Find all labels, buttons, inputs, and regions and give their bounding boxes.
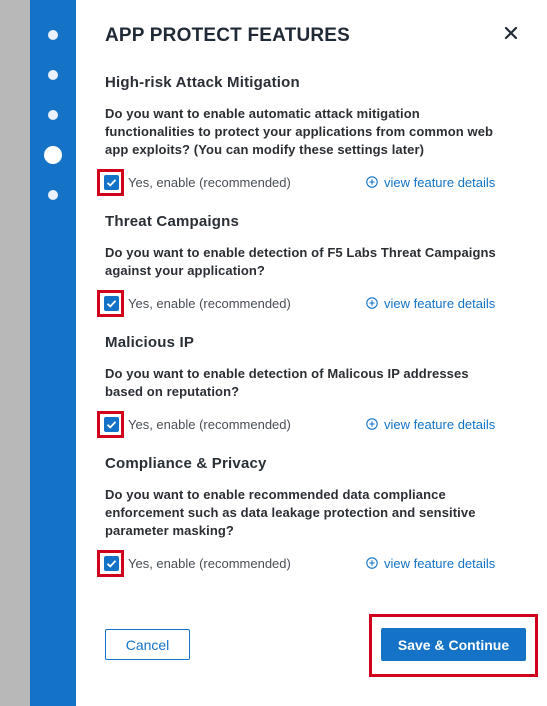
plus-circle-icon [366, 557, 378, 569]
checkmark-icon [106, 179, 117, 187]
section-title-malicious-ip: Malicious IP [105, 334, 195, 351]
view-details-malicious-ip-link[interactable]: view feature details [366, 417, 495, 432]
section-title-threat-campaigns: Threat Campaigns [105, 213, 240, 230]
view-details-label: view feature details [384, 296, 496, 311]
enable-threat-campaigns-checkbox[interactable] [104, 296, 119, 311]
step-indicator [30, 0, 76, 706]
plus-circle-icon [366, 297, 378, 309]
panel-title: APP PROTECT FEATURES [105, 25, 351, 46]
plus-circle-icon [366, 176, 378, 188]
question-line: Do you want to enable detection of F5 La… [105, 245, 496, 260]
section-question-threat-campaigns: Do you want to enable detection of F5 La… [105, 244, 525, 280]
checkmark-icon [106, 421, 117, 429]
enable-threat-campaigns-label: Yes, enable (recommended) [128, 296, 291, 311]
app-protect-features-panel: APP PROTECT FEATURES High-risk Attack Mi… [76, 0, 547, 706]
question-line: app exploits? (You can modify these sett… [105, 142, 425, 157]
question-line: Do you want to enable automatic attack m… [105, 106, 420, 121]
enable-compliance-privacy-checkbox[interactable] [104, 556, 119, 571]
step-dot-3 [48, 110, 58, 120]
save-and-continue-button[interactable]: Save & Continue [381, 628, 526, 661]
view-details-label: view feature details [384, 556, 496, 571]
view-details-compliance-privacy-link[interactable]: view feature details [366, 556, 495, 571]
section-title-high-risk: High-risk Attack Mitigation [105, 74, 300, 91]
enable-high-risk-checkbox[interactable] [104, 175, 119, 190]
enable-malicious-ip-checkbox[interactable] [104, 417, 119, 432]
close-icon[interactable] [500, 22, 522, 44]
step-dot-1 [48, 30, 58, 40]
view-details-label: view feature details [384, 175, 496, 190]
view-details-label: view feature details [384, 417, 496, 432]
cancel-button[interactable]: Cancel [105, 629, 190, 660]
section-question-high-risk: Do you want to enable automatic attack m… [105, 105, 525, 159]
background-app-area [0, 0, 30, 706]
step-dot-current [44, 146, 62, 164]
question-line: Do you want to enable detection of Malic… [105, 366, 469, 381]
section-question-malicious-ip: Do you want to enable detection of Malic… [105, 365, 525, 401]
enable-compliance-privacy-label: Yes, enable (recommended) [128, 556, 291, 571]
step-dot-2 [48, 70, 58, 80]
checkmark-icon [106, 300, 117, 308]
question-line: based on reputation? [105, 384, 240, 399]
section-title-compliance-privacy: Compliance & Privacy [105, 455, 267, 472]
checkmark-icon [106, 560, 117, 568]
question-line: Do you want to enable recommended data c… [105, 487, 446, 502]
step-dot-5 [48, 190, 58, 200]
question-line: against your application? [105, 263, 265, 278]
section-question-compliance-privacy: Do you want to enable recommended data c… [105, 486, 525, 540]
plus-circle-icon [366, 418, 378, 430]
question-line: enforcement such as data leakage protect… [105, 505, 476, 520]
enable-malicious-ip-label: Yes, enable (recommended) [128, 417, 291, 432]
enable-high-risk-label: Yes, enable (recommended) [128, 175, 291, 190]
view-details-threat-campaigns-link[interactable]: view feature details [366, 296, 495, 311]
view-details-high-risk-link[interactable]: view feature details [366, 175, 495, 190]
question-line: parameter masking? [105, 523, 234, 538]
question-line: functionalities to protect your applicat… [105, 124, 494, 139]
